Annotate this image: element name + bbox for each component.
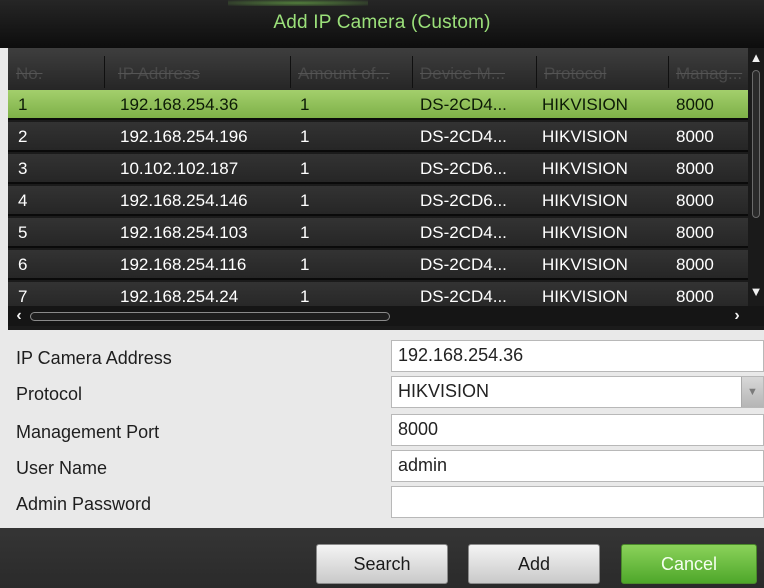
user-name-label: User Name (16, 458, 108, 478)
column-divider (668, 56, 669, 88)
table-body: 1 192.168.254.36 1 DS-2CD4... HIKVISION … (8, 90, 748, 318)
horizontal-scroll-thumb[interactable] (30, 312, 390, 321)
admin-password-label: Admin Password (16, 494, 152, 514)
cell-amount: 1 (300, 127, 310, 146)
cell-amount: 1 (300, 255, 310, 274)
cell-management-port: 8000 (676, 127, 714, 146)
cell-no: 5 (18, 223, 28, 242)
management-port-label: Management Port (16, 422, 160, 442)
protocol-selected-value: HIKVISION (398, 381, 490, 401)
title-glow (228, 0, 368, 6)
add-button[interactable]: Add (468, 544, 600, 584)
column-header-amount[interactable]: Amount of... (298, 64, 390, 84)
cell-device-model: DS-2CD4... (420, 223, 507, 242)
cell-management-port: 8000 (676, 159, 714, 178)
table-row-selected[interactable]: 1 192.168.254.36 1 DS-2CD4... HIKVISION … (8, 90, 748, 120)
chevron-down-icon[interactable]: ▼ (748, 284, 764, 300)
cell-ip-address: 192.168.254.24 (120, 287, 239, 306)
table-row[interactable]: 4 192.168.254.146 1 DS-2CD6... HIKVISION… (8, 186, 748, 216)
column-header-management-port[interactable]: Manag... (676, 64, 742, 84)
chevron-up-icon[interactable]: ▲ (748, 50, 764, 66)
cell-amount: 1 (300, 159, 310, 178)
search-button[interactable]: Search (316, 544, 448, 584)
column-divider (104, 56, 105, 88)
cell-device-model: DS-2CD4... (420, 95, 507, 114)
cell-amount: 1 (300, 287, 310, 306)
cell-amount: 1 (300, 95, 310, 114)
ip-camera-address-field[interactable]: 192.168.254.36 (391, 340, 764, 372)
cell-management-port: 8000 (676, 191, 714, 210)
cell-protocol: HIKVISION (542, 287, 628, 306)
camera-table: No. IP Address Amount of... Device M... … (8, 48, 764, 330)
column-divider (290, 56, 291, 88)
cell-protocol: HIKVISION (542, 191, 628, 210)
cell-device-model: DS-2CD4... (420, 255, 507, 274)
cell-ip-address: 192.168.254.103 (120, 223, 248, 242)
cell-device-model: DS-2CD4... (420, 287, 507, 306)
table-row[interactable]: 3 10.102.102.187 1 DS-2CD6... HIKVISION … (8, 154, 748, 184)
cell-no: 4 (18, 191, 28, 210)
cell-no: 6 (18, 255, 28, 274)
triangle-down-icon[interactable]: ▼ (741, 377, 763, 407)
protocol-label: Protocol (16, 384, 83, 404)
cell-device-model: DS-2CD4... (420, 127, 507, 146)
cell-ip-address: 192.168.254.196 (120, 127, 248, 146)
cell-ip-address: 192.168.254.36 (120, 95, 239, 114)
cell-no: 7 (18, 287, 28, 306)
cell-management-port: 8000 (676, 95, 714, 114)
cell-protocol: HIKVISION (542, 159, 628, 178)
column-divider (536, 56, 537, 88)
admin-password-field[interactable] (391, 486, 764, 518)
cell-amount: 1 (300, 223, 310, 242)
chevron-right-icon[interactable]: › (728, 306, 746, 326)
cell-device-model: DS-2CD6... (420, 191, 507, 210)
dialog-title: Add IP Camera (Custom) (273, 12, 491, 33)
cell-no: 1 (18, 95, 28, 114)
cell-amount: 1 (300, 191, 310, 210)
table-row[interactable]: 6 192.168.254.116 1 DS-2CD4... HIKVISION… (8, 250, 748, 280)
column-header-ip-address[interactable]: IP Address (118, 64, 200, 84)
ip-camera-address-label: IP Camera Address (16, 348, 172, 368)
cell-management-port: 8000 (676, 287, 714, 306)
management-port-field[interactable]: 8000 (391, 414, 764, 446)
vertical-scroll-thumb[interactable] (752, 70, 760, 218)
cell-protocol: HIKVISION (542, 95, 628, 114)
column-header-no[interactable]: No. (16, 64, 42, 84)
protocol-select[interactable]: HIKVISION ▼ (391, 376, 764, 408)
cell-ip-address: 192.168.254.116 (120, 255, 247, 274)
table-row[interactable]: 5 192.168.254.103 1 DS-2CD4... HIKVISION… (8, 218, 748, 248)
cell-ip-address: 192.168.254.146 (120, 191, 248, 210)
user-name-field[interactable]: admin (391, 450, 764, 482)
cell-ip-address: 10.102.102.187 (120, 159, 239, 178)
chevron-left-icon[interactable]: ‹ (10, 306, 28, 326)
cell-no: 3 (18, 159, 28, 178)
cell-device-model: DS-2CD6... (420, 159, 507, 178)
vertical-scrollbar[interactable]: ▲ ▼ (748, 48, 764, 318)
add-ip-camera-dialog: Add IP Camera (Custom) No. IP Address Am… (0, 0, 764, 588)
title-bar: Add IP Camera (Custom) (0, 0, 764, 48)
cell-no: 2 (18, 127, 28, 146)
cell-management-port: 8000 (676, 223, 714, 242)
cell-management-port: 8000 (676, 255, 714, 274)
column-header-device-model[interactable]: Device M... (420, 64, 505, 84)
cell-protocol: HIKVISION (542, 127, 628, 146)
table-row[interactable]: 2 192.168.254.196 1 DS-2CD4... HIKVISION… (8, 122, 748, 152)
column-divider (412, 56, 413, 88)
column-header-protocol[interactable]: Protocol (544, 64, 606, 84)
cell-protocol: HIKVISION (542, 255, 628, 274)
cell-protocol: HIKVISION (542, 223, 628, 242)
dialog-footer: Search Add Cancel (0, 528, 764, 588)
horizontal-scrollbar[interactable]: ‹ › (8, 306, 764, 326)
table-header: No. IP Address Amount of... Device M... … (8, 48, 748, 90)
cancel-button[interactable]: Cancel (621, 544, 757, 584)
